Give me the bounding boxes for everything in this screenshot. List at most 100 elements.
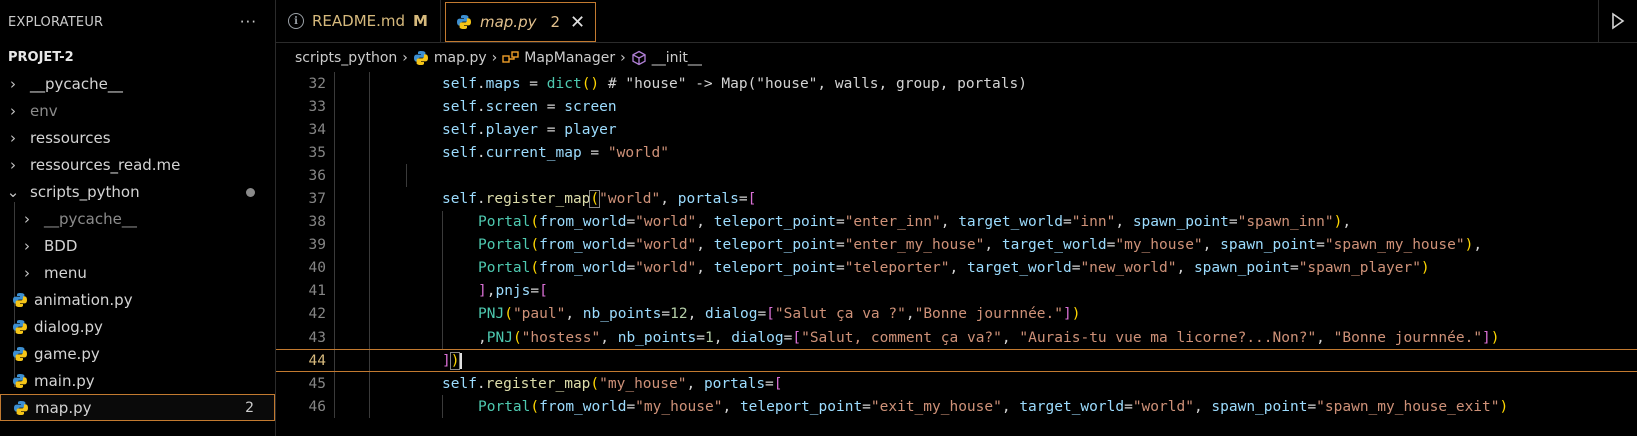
- code-line-40[interactable]: 40 Portal(from_world="world", teleport_p…: [276, 256, 1637, 280]
- file-tree: › __pycache__ › env › ressources › resso…: [0, 70, 275, 421]
- tree-folder-ressources-readme[interactable]: › ressources_read.me: [0, 151, 275, 178]
- indent-guide: [334, 95, 335, 119]
- chevron-right-icon: ›: [10, 128, 16, 147]
- explorer-sidebar: EXPLORATEUR ··· PROJET-2 › __pycache__ ›…: [0, 0, 276, 436]
- breadcrumb-class[interactable]: MapManager: [524, 50, 615, 66]
- indent-guide: [442, 233, 443, 257]
- indent-guide: [369, 326, 370, 350]
- code-line-39[interactable]: 39 Portal(from_world="world", teleport_p…: [276, 233, 1637, 257]
- code-text: Portal(from_world="world", teleport_poin…: [478, 260, 1430, 277]
- indent-guide: [442, 210, 443, 234]
- tree-file-dialog[interactable]: dialog.py: [0, 313, 275, 340]
- line-number: 36: [308, 167, 326, 184]
- explorer-header: EXPLORATEUR ···: [0, 0, 275, 44]
- indent-guide: [369, 95, 370, 119]
- code-line-43[interactable]: 43 ,PNJ("hostess", nb_points=1, dialog=[…: [276, 326, 1637, 350]
- chevron-right-icon: ›: [402, 49, 408, 66]
- code-text: Portal(from_world="my_house", teleport_p…: [478, 398, 1509, 415]
- code-line-34[interactable]: 34 self.player = player: [276, 118, 1637, 142]
- indent-guide: [369, 210, 370, 234]
- chevron-right-icon: ›: [491, 49, 498, 66]
- indent-guide: [442, 256, 443, 280]
- indent-guide: [334, 118, 335, 142]
- indent-guide: [369, 256, 370, 280]
- tree-folder-menu[interactable]: › menu: [0, 259, 275, 286]
- problem-count-badge: 2: [245, 399, 254, 416]
- python-file-icon: [413, 50, 428, 65]
- tree-file-main[interactable]: main.py: [0, 367, 275, 394]
- tree-file-map[interactable]: map.py 2: [0, 394, 275, 421]
- info-icon: i: [288, 13, 304, 29]
- editor-area: i README.md M map.py 2 ✕ scripts_python …: [276, 0, 1637, 436]
- tree-file-animation[interactable]: animation.py: [0, 286, 275, 313]
- line-number: 35: [308, 144, 326, 161]
- code-line-45[interactable]: 45 self.register_map("my_house", portals…: [276, 372, 1637, 396]
- breadcrumb-folder[interactable]: scripts_python: [295, 50, 397, 66]
- code-line-32[interactable]: 32 self.maps = dict() # "house" -> Map("…: [276, 72, 1637, 96]
- indent-guide: [369, 72, 370, 96]
- chevron-down-icon: ⌄: [6, 182, 20, 201]
- code-line-35[interactable]: 35 self.current_map = "world": [276, 141, 1637, 165]
- code-editor[interactable]: 32 self.maps = dict() # "house" -> Map("…: [276, 72, 1637, 419]
- indent-guide: [334, 72, 335, 96]
- tree-folder-scripts-python[interactable]: ⌄ scripts_python: [0, 178, 275, 205]
- line-number: 42: [308, 306, 326, 323]
- run-python-button[interactable]: [1598, 0, 1637, 42]
- tree-folder-env[interactable]: › env: [0, 97, 275, 124]
- tab-map-py[interactable]: map.py 2 ✕: [444, 2, 597, 42]
- chevron-right-icon: ›: [10, 155, 16, 174]
- close-icon[interactable]: ✕: [570, 12, 585, 33]
- python-file-icon: [14, 400, 28, 415]
- problem-count: 2: [550, 13, 561, 31]
- code-text: ,PNJ("hostess", nb_points=1, dialog=["Sa…: [478, 329, 1500, 346]
- line-number: 44: [308, 352, 326, 369]
- tab-readme[interactable]: i README.md M: [276, 0, 441, 42]
- class-icon: [502, 50, 519, 63]
- code-line-37[interactable]: 37 self.register_map("world", portals=[: [276, 187, 1637, 211]
- python-file-icon: [13, 373, 27, 388]
- code-line-33[interactable]: 33 self.screen = screen: [276, 95, 1637, 119]
- line-number: 37: [308, 191, 326, 208]
- indent-guide: [334, 141, 335, 165]
- line-number: 39: [308, 237, 326, 254]
- python-file-icon: [456, 15, 471, 29]
- line-number: 34: [308, 121, 326, 138]
- code-text: self.current_map = "world": [442, 144, 669, 161]
- chevron-right-icon: ›: [10, 74, 16, 93]
- indent-guide: [334, 256, 335, 280]
- breadcrumb-method[interactable]: __init__: [652, 50, 702, 66]
- code-line-44[interactable]: 44 ])​: [276, 349, 1637, 373]
- line-number: 32: [308, 75, 326, 92]
- tree-folder-pycache[interactable]: › __pycache__: [0, 70, 275, 97]
- breadcrumb: scripts_python › map.py › MapManager › _…: [276, 43, 1637, 72]
- indent-guide: [369, 187, 370, 211]
- indent-guide: [442, 279, 443, 303]
- code-text: self.register_map("world", portals=[: [442, 190, 757, 209]
- tree-folder-pycache-sub[interactable]: › __pycache__: [0, 205, 275, 232]
- modified-indicator: M: [413, 12, 428, 30]
- modified-dot: [246, 188, 255, 197]
- code-line-41[interactable]: 41 ],pnjs=[: [276, 279, 1637, 303]
- line-number: 41: [308, 283, 326, 300]
- code-text: Portal(from_world="world", teleport_poin…: [478, 214, 1352, 231]
- code-text: self.screen = screen: [442, 98, 617, 115]
- tree-file-game[interactable]: game.py: [0, 340, 275, 367]
- method-icon: [632, 50, 646, 65]
- python-file-icon: [13, 319, 27, 334]
- breadcrumb-file[interactable]: map.py: [434, 50, 487, 66]
- code-line-42[interactable]: 42 PNJ("paul", nb_points=12, dialog=["Sa…: [276, 302, 1637, 327]
- line-number: 46: [308, 398, 326, 415]
- indent-guide: [334, 372, 335, 396]
- code-line-36[interactable]: 36: [276, 164, 1637, 188]
- indent-guide: [406, 164, 407, 188]
- tree-folder-ressources[interactable]: › ressources: [0, 124, 275, 151]
- code-line-46[interactable]: 46 Portal(from_world="my_house", telepor…: [276, 395, 1637, 419]
- chevron-right-icon: ›: [10, 101, 16, 120]
- code-text: self.register_map("my_house", portals=[: [442, 375, 783, 392]
- indent-guide: [334, 302, 335, 327]
- project-root[interactable]: PROJET-2: [0, 44, 275, 70]
- more-actions-icon[interactable]: ···: [240, 13, 257, 31]
- indent-guide: [334, 187, 335, 211]
- code-line-38[interactable]: 38 Portal(from_world="world", teleport_p…: [276, 210, 1637, 234]
- tree-folder-bdd[interactable]: › BDD: [0, 232, 275, 259]
